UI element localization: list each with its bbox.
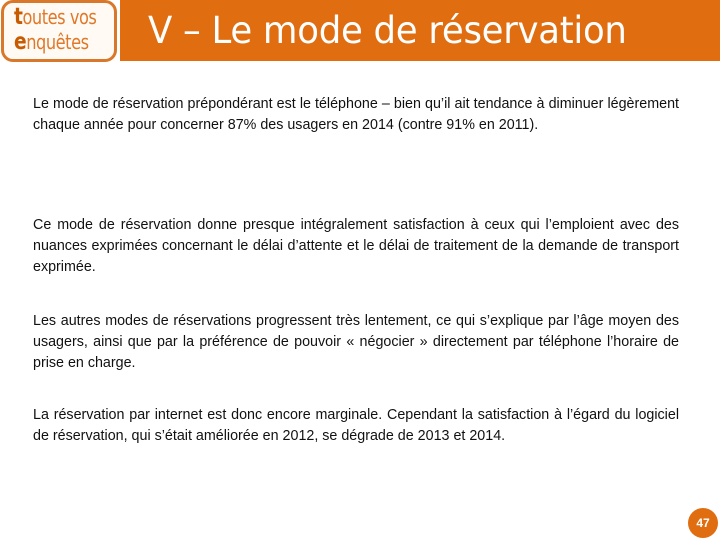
- logo-line-2: enquêtes: [14, 30, 104, 55]
- logo-text-2: nquêtes: [26, 30, 89, 54]
- logo-initial-e: e: [14, 29, 27, 55]
- slide-title: V – Le mode de réservation: [148, 9, 627, 52]
- slide: toutes vos enquêtes V – Le mode de réser…: [0, 0, 720, 540]
- paragraph-internet-booking: La réservation par internet est donc enc…: [33, 407, 679, 444]
- page-number: 47: [696, 516, 710, 530]
- title-bar: V – Le mode de réservation: [120, 0, 720, 61]
- page-number-badge: 47: [688, 508, 718, 538]
- logo-line-1: toutes vos: [14, 5, 104, 30]
- toutes-vos-enquetes-logo: toutes vos enquêtes: [1, 0, 117, 62]
- paragraph-telephone-booking: Le mode de réservation prépondérant est …: [33, 96, 679, 133]
- logo-text-1: outes vos: [22, 5, 97, 29]
- paragraph-other-modes: Les autres modes de réservations progres…: [33, 313, 679, 371]
- paragraph-satisfaction: Ce mode de réservation donne presque int…: [33, 217, 679, 275]
